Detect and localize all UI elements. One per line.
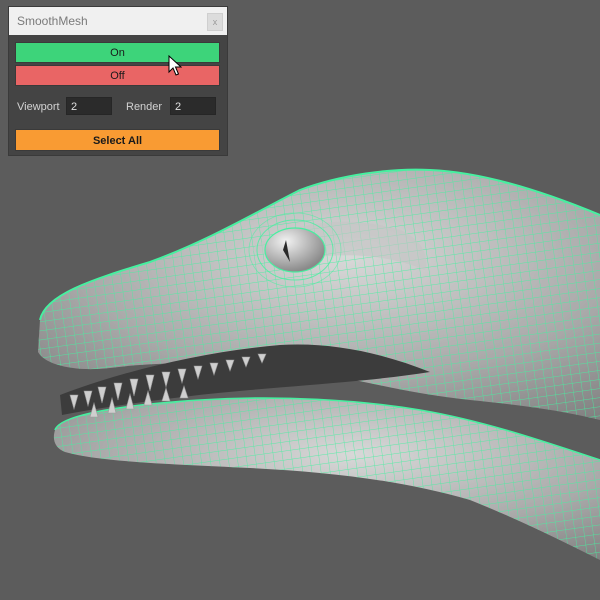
- panel-titlebar[interactable]: SmoothMesh x: [9, 7, 227, 35]
- smooth-on-button[interactable]: On: [15, 42, 220, 63]
- close-icon[interactable]: x: [207, 13, 223, 31]
- smooth-off-button[interactable]: Off: [15, 65, 220, 86]
- eye: [264, 227, 326, 273]
- mouse-cursor-icon: [168, 55, 182, 76]
- render-label: Render: [126, 101, 163, 113]
- viewport-label: Viewport: [17, 101, 60, 113]
- panel-title: SmoothMesh: [17, 14, 88, 28]
- smoothmesh-panel: SmoothMesh x On Off Viewport 2 Render 2 …: [9, 7, 227, 155]
- select-all-button[interactable]: Select All: [15, 129, 220, 151]
- viewport-level-field[interactable]: 2: [66, 97, 112, 115]
- render-level-field[interactable]: 2: [170, 97, 216, 115]
